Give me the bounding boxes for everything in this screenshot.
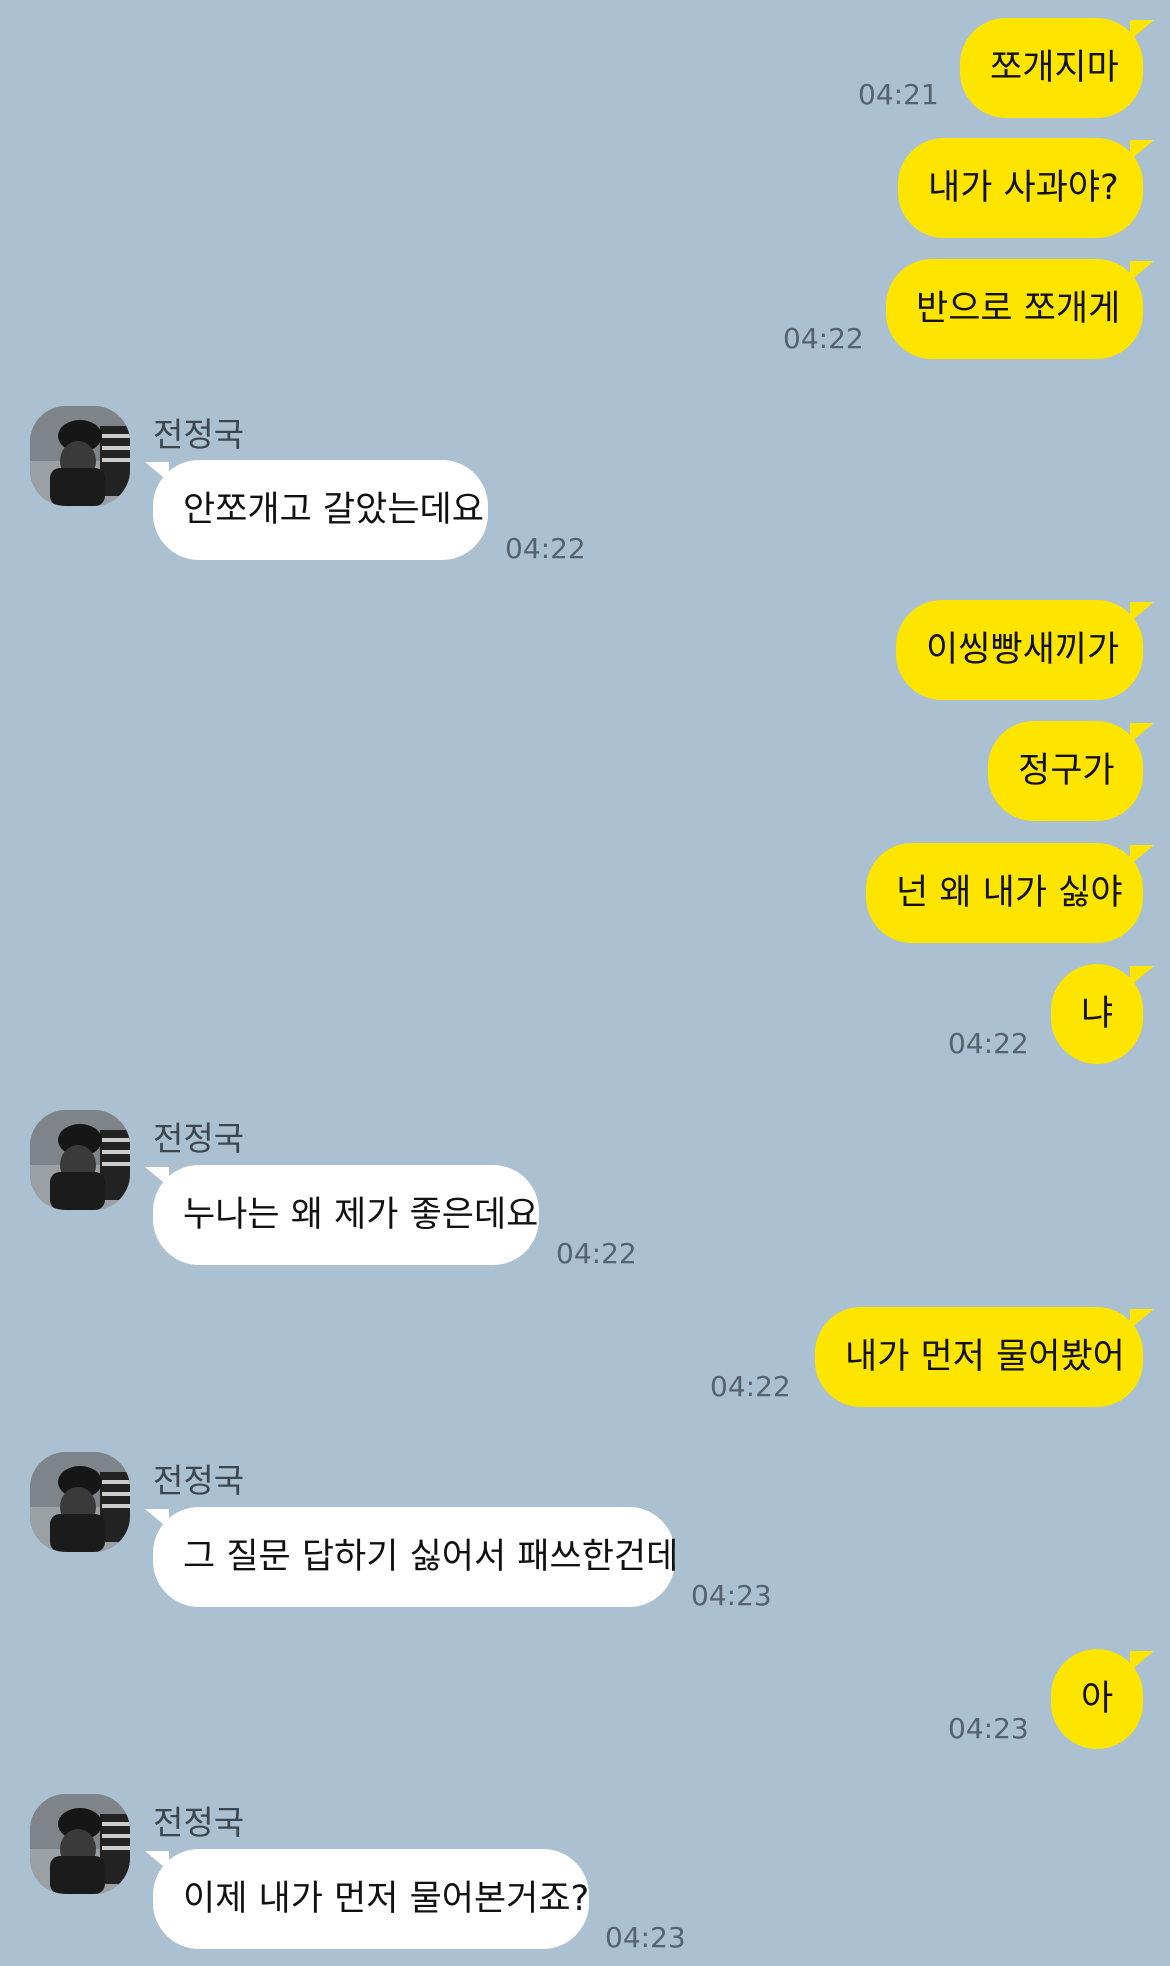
message-time: 04:22: [505, 532, 586, 565]
contact-name: 전정국: [153, 415, 245, 454]
bubble-tail: [1130, 1651, 1154, 1671]
bubble-tail: [1130, 602, 1154, 622]
message-bubble-mine[interactable]: 이씽빵새끼가: [896, 600, 1143, 700]
message-bubble-mine[interactable]: 반으로 쪼개게: [886, 259, 1143, 359]
message-time: 04:22: [948, 1027, 1029, 1060]
avatar[interactable]: [30, 406, 130, 506]
avatar[interactable]: [30, 1794, 130, 1894]
message-time: 04:23: [948, 1712, 1029, 1745]
avatar[interactable]: [30, 1452, 130, 1552]
message-bubble-theirs[interactable]: 이제 내가 먼저 물어본거죠?: [153, 1849, 589, 1949]
bubble-tail: [1130, 845, 1154, 865]
bubble-tail: [1130, 261, 1154, 281]
message-bubble-mine[interactable]: 정구가: [988, 721, 1143, 821]
message-bubble-mine[interactable]: 쪼개지마: [960, 18, 1143, 118]
message-bubble-mine[interactable]: 내가 먼저 물어봤어: [815, 1307, 1143, 1407]
message-bubble-mine[interactable]: 내가 사과야?: [898, 138, 1143, 238]
avatar-photo: [30, 406, 130, 506]
bubble-tail: [1130, 20, 1154, 40]
bubble-tail: [1130, 723, 1154, 743]
bubble-tail: [1130, 1309, 1154, 1329]
bubble-tail: [1130, 966, 1154, 986]
message-bubble-theirs[interactable]: 안쪼개고 갈았는데요: [153, 460, 488, 560]
avatar[interactable]: [30, 1110, 130, 1210]
message-bubble-mine[interactable]: 넌 왜 내가 싫야: [866, 843, 1143, 943]
contact-name: 전정국: [153, 1461, 245, 1500]
avatar-photo: [30, 1452, 130, 1552]
contact-name: 전정국: [153, 1119, 245, 1158]
contact-name: 전정국: [153, 1803, 245, 1842]
message-bubble-theirs[interactable]: 그 질문 답하기 싫어서 패쓰한건데: [153, 1507, 678, 1607]
message-time: 04:22: [556, 1237, 637, 1270]
bubble-tail: [1130, 140, 1154, 160]
message-bubble-theirs[interactable]: 누나는 왜 제가 좋은데요: [153, 1165, 539, 1265]
avatar-photo: [30, 1794, 130, 1894]
message-time: 04:23: [691, 1579, 772, 1612]
message-time: 04:22: [783, 322, 864, 355]
avatar-photo: [30, 1110, 130, 1210]
message-time: 04:23: [605, 1921, 686, 1954]
message-time: 04:22: [710, 1370, 791, 1403]
message-time: 04:21: [858, 78, 939, 111]
